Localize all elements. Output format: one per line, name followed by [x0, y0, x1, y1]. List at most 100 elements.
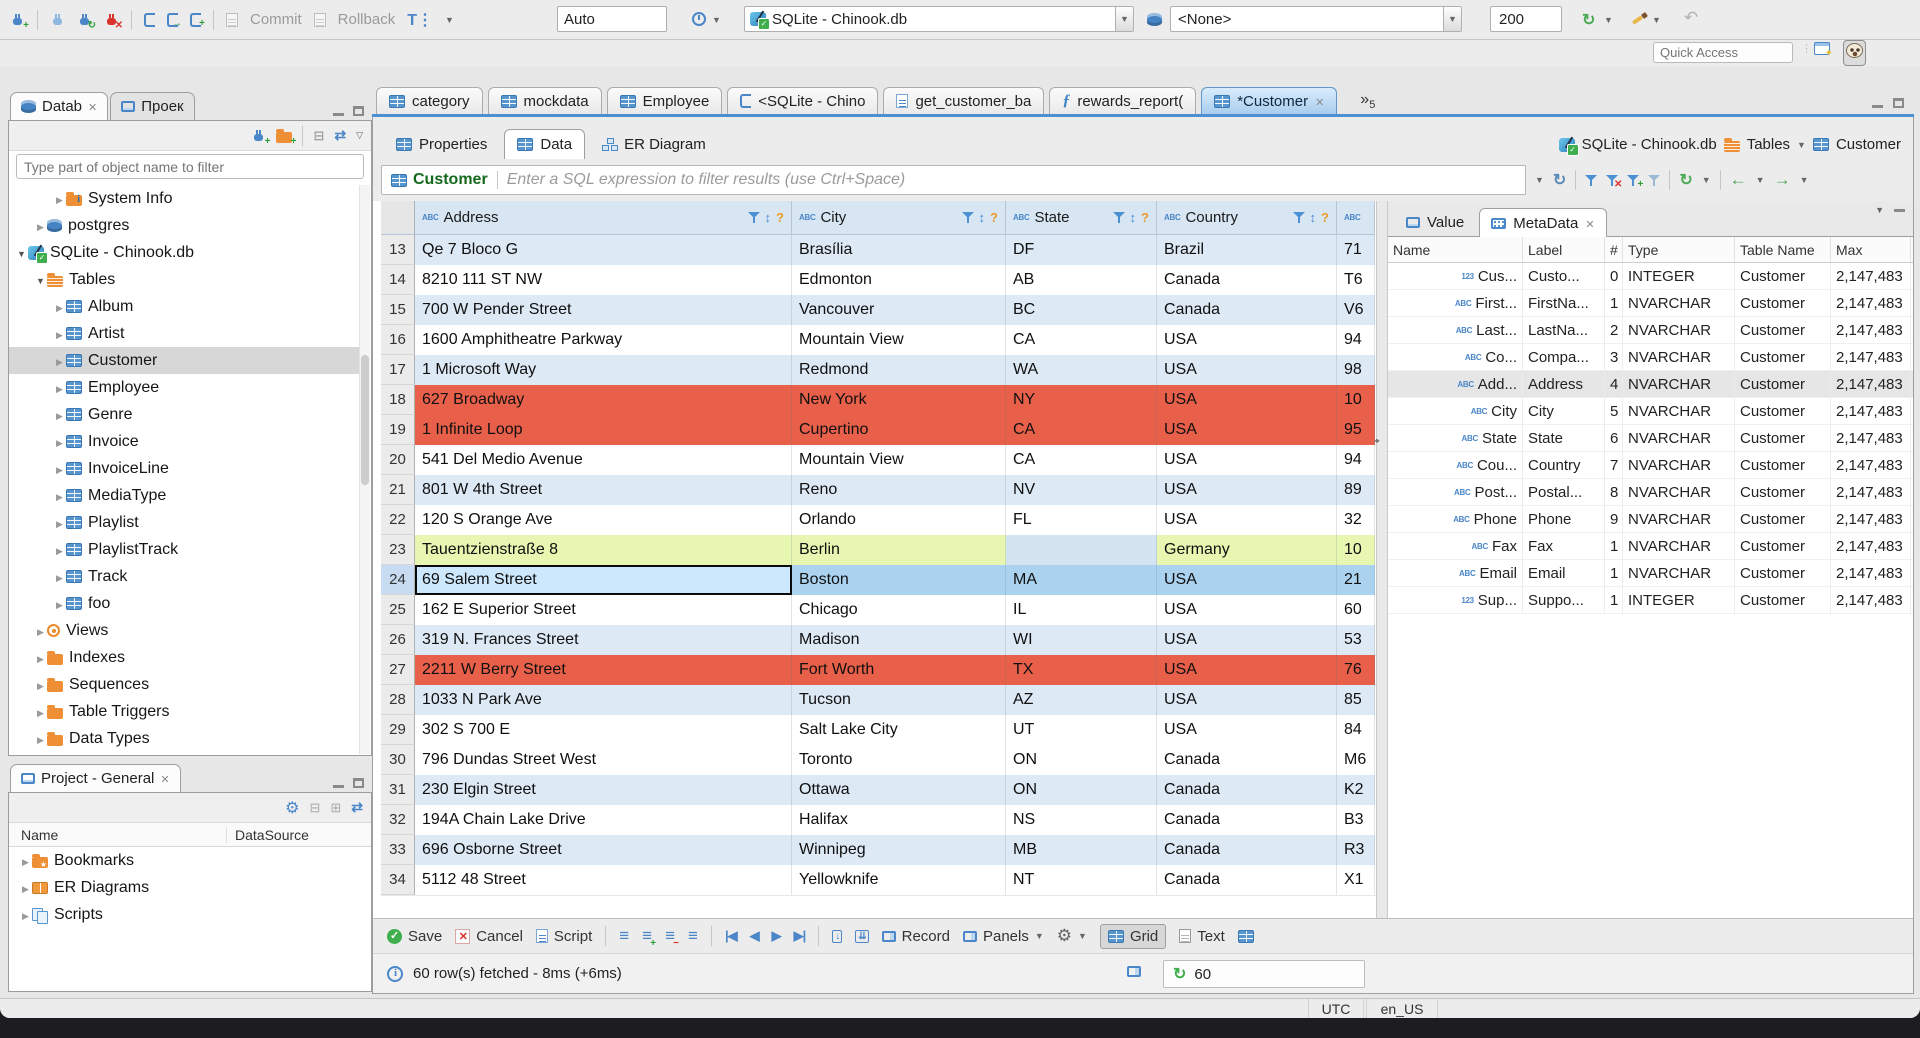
expander-icon[interactable] — [53, 190, 66, 208]
tree-item-views[interactable]: Views — [9, 617, 359, 644]
cell-address[interactable]: 796 Dundas Street West — [415, 745, 792, 775]
row-number[interactable]: 13 — [381, 235, 415, 265]
editor-tab-sqlite-chino[interactable]: <SQLite - Chino — [727, 87, 879, 114]
cell-postal[interactable]: 21 — [1337, 565, 1375, 595]
row-number[interactable]: 31 — [381, 775, 415, 805]
cell-postal[interactable]: 10 — [1337, 535, 1375, 565]
filter-icon[interactable] — [961, 212, 974, 223]
cell-address[interactable]: 69 Salem Street — [415, 565, 792, 595]
cell-city[interactable]: Boston — [792, 565, 1006, 595]
cell-state[interactable]: FL — [1006, 505, 1157, 535]
row-number[interactable]: 22 — [381, 505, 415, 535]
cell-address[interactable]: 120 S Orange Ave — [415, 505, 792, 535]
fetch-all-rows-icon[interactable]: ⇊ — [855, 929, 869, 943]
expander-icon[interactable] — [53, 298, 66, 316]
cell-country[interactable]: USA — [1157, 715, 1337, 745]
tab-er-diagram[interactable]: ER Diagram — [589, 129, 719, 159]
filter-icon[interactable] — [1112, 212, 1125, 223]
connection-combo[interactable]: SQLite - Chinook.db ▼ — [744, 6, 1134, 32]
cell-address[interactable]: 1 Microsoft Way — [415, 355, 792, 385]
editor-tab-get-customer-ba[interactable]: get_customer_ba — [883, 87, 1045, 114]
cell-city[interactable]: Cupertino — [792, 415, 1006, 445]
nav-forward-dropdown-icon[interactable]: ▼ — [1800, 175, 1809, 185]
cell-address[interactable]: 627 Broadway — [415, 385, 792, 415]
metadata-row[interactable]: 123 Sup... Suppo... 1 INTEGER Customer 2,147,4… — [1388, 587, 1913, 614]
cell-address[interactable]: Qe 7 Bloco G — [415, 235, 792, 265]
view-menu-icon[interactable]: ▼ — [1875, 205, 1884, 215]
row-number[interactable]: 34 — [381, 865, 415, 895]
editor-tab-mockdata[interactable]: mockdata — [487, 87, 602, 114]
cell-country[interactable]: USA — [1157, 325, 1337, 355]
cell-postal[interactable]: 32 — [1337, 505, 1375, 535]
transaction-dropdown-icon[interactable]: ▼ — [445, 15, 454, 25]
delete-row-icon[interactable]: − — [665, 928, 679, 948]
cell-address[interactable]: 1033 N Park Ave — [415, 685, 792, 715]
cell-address[interactable]: 230 Elgin Street — [415, 775, 792, 805]
history-icon[interactable] — [692, 12, 706, 26]
row-number[interactable]: 30 — [381, 745, 415, 775]
column-header-city[interactable]: ABC City — [792, 201, 1006, 235]
row-number[interactable]: 18 — [381, 385, 415, 415]
format-brush-icon[interactable] — [1632, 11, 1647, 26]
cell-state[interactable]: CA — [1006, 415, 1157, 445]
expander-icon[interactable] — [53, 406, 66, 424]
tab-project-general[interactable]: Project - General — [10, 764, 181, 792]
cell-state[interactable]: WI — [1006, 625, 1157, 655]
chevron-down-icon[interactable]: ▼ — [1797, 140, 1806, 150]
expander-icon[interactable] — [34, 271, 47, 289]
expander-icon[interactable] — [34, 676, 47, 694]
quick-access-input[interactable] — [1653, 42, 1793, 63]
value-viewer-icon[interactable] — [1237, 929, 1254, 943]
tree-item-table-triggers[interactable]: Table Triggers — [9, 698, 359, 725]
cell-country[interactable]: USA — [1157, 475, 1337, 505]
sql-editor-icon[interactable] — [144, 12, 155, 27]
column-header-clipped[interactable]: ABC — [1337, 201, 1375, 235]
expander-icon[interactable] — [19, 852, 32, 870]
editor-tab-customer[interactable]: *Customer — [1201, 87, 1338, 114]
metadata-row[interactable]: ABC State State 6 NVARCHAR Customer 2,147,483 — [1388, 425, 1913, 452]
close-icon[interactable] — [160, 770, 169, 787]
tree-item-album[interactable]: Album — [9, 293, 359, 320]
record-mode-button[interactable]: Record — [881, 928, 950, 945]
cell-state[interactable]: DF — [1006, 235, 1157, 265]
cell-country[interactable]: Canada — [1157, 835, 1337, 865]
add-row-icon[interactable] — [619, 928, 629, 945]
cell-country[interactable]: USA — [1157, 445, 1337, 475]
row-number[interactable]: 23 — [381, 535, 415, 565]
cell-state[interactable]: TX — [1006, 655, 1157, 685]
column-header-state[interactable]: ABC State — [1006, 201, 1157, 235]
tree-item-data-types[interactable]: Data Types — [9, 725, 359, 752]
row-number[interactable]: 16 — [381, 325, 415, 355]
cell-state[interactable]: ON — [1006, 775, 1157, 805]
cell-postal[interactable]: 84 — [1337, 715, 1375, 745]
panel-toggle-icon[interactable] — [1127, 966, 1141, 977]
filter-input-box[interactable]: Customer Enter a SQL expression to filte… — [381, 165, 1526, 195]
breadcrumb-table[interactable]: Customer — [1836, 136, 1901, 153]
filter-icon[interactable] — [1292, 212, 1305, 223]
cell-address[interactable]: 700 W Pender Street — [415, 295, 792, 325]
expander-icon[interactable] — [34, 649, 47, 667]
meta-column-name[interactable]: Name — [1388, 237, 1523, 262]
schema-combo[interactable]: <None> ▼ — [1170, 6, 1462, 32]
cell-city[interactable]: Halifax — [792, 805, 1006, 835]
cell-address[interactable]: 1600 Amphitheatre Parkway — [415, 325, 792, 355]
auto-sync-dropdown-icon[interactable]: ▼ — [1604, 15, 1613, 25]
meta-column-[interactable]: # — [1605, 237, 1623, 262]
meta-column-table-name[interactable]: Table Name — [1735, 237, 1831, 262]
cell-postal[interactable]: V6 — [1337, 295, 1375, 325]
cell-postal[interactable]: 53 — [1337, 625, 1375, 655]
gear-icon[interactable]: ⚙ — [285, 798, 299, 818]
breadcrumb-connection[interactable]: SQLite - Chinook.db — [1582, 136, 1717, 153]
cancel-button[interactable]: Cancel — [455, 928, 523, 945]
project-item-bookmarks[interactable]: Bookmarks — [9, 847, 371, 874]
expand-all-icon[interactable]: ⊞ — [330, 800, 341, 816]
cell-postal[interactable]: 76 — [1337, 655, 1375, 685]
expander-icon[interactable] — [34, 730, 47, 748]
text-presentation-button[interactable]: Text — [1179, 928, 1225, 945]
cell-address[interactable]: 2211 W Berry Street — [415, 655, 792, 685]
cell-state[interactable]: MB — [1006, 835, 1157, 865]
cell-country[interactable]: Canada — [1157, 805, 1337, 835]
maximize-icon[interactable] — [353, 778, 364, 788]
cell-city[interactable]: Reno — [792, 475, 1006, 505]
tree-item-track[interactable]: Track — [9, 563, 359, 590]
